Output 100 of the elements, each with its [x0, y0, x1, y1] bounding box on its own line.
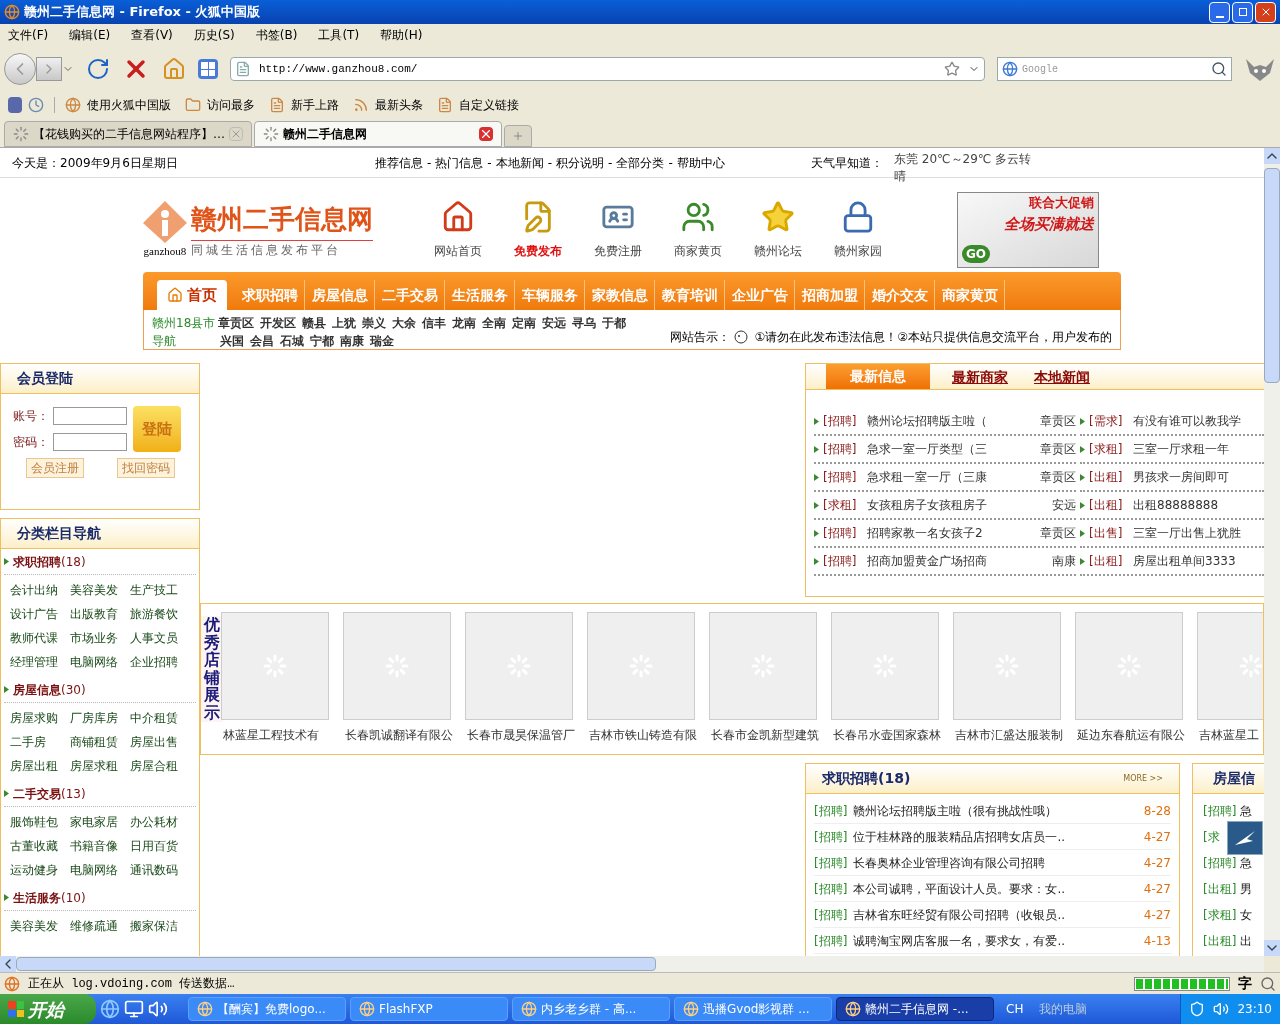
address-field[interactable]: http://www.ganzhou8.com/: [259, 60, 418, 78]
more-link[interactable]: MORE >>: [1123, 772, 1163, 785]
quick-link[interactable]: 网站首页: [434, 242, 482, 260]
region-link[interactable]: 全南: [482, 314, 506, 332]
bookmark-link[interactable]: 最新头条: [375, 96, 423, 114]
category-link[interactable]: 电脑网络: [70, 653, 130, 671]
new-tab-button[interactable]: [504, 125, 532, 147]
scroll-up-icon[interactable]: [1264, 148, 1280, 164]
speaker-icon[interactable]: [148, 999, 168, 1019]
category-title[interactable]: 生活服务(10): [13, 888, 86, 907]
news-tag[interactable]: [求租]: [1089, 440, 1129, 458]
job-tag[interactable]: [招聘]: [814, 931, 848, 950]
shop-name[interactable]: 吉林蓝星工: [1197, 726, 1259, 744]
maximize-button[interactable]: [1232, 1, 1253, 23]
ime-indicator[interactable]: 字: [1238, 973, 1252, 994]
category-link[interactable]: 古董收藏: [10, 837, 70, 855]
category-link[interactable]: 通讯数码: [130, 861, 190, 879]
shop-thumbnail[interactable]: [953, 612, 1061, 720]
house-tag[interactable]: [求: [1203, 828, 1220, 846]
category-link[interactable]: 房屋出租: [10, 757, 70, 775]
news-title[interactable]: 出租88888888: [1133, 496, 1219, 514]
region-link[interactable]: 瑞金: [370, 332, 394, 350]
desktop-icon[interactable]: [124, 999, 144, 1019]
category-link[interactable]: 旅游餐饮: [130, 605, 190, 623]
category-link[interactable]: 家电家居: [70, 813, 130, 831]
shop-thumbnail[interactable]: [587, 612, 695, 720]
news-tag[interactable]: [出售]: [1089, 524, 1129, 542]
category-link[interactable]: 美容美发: [70, 581, 130, 599]
category-link[interactable]: 运动健身: [10, 861, 70, 879]
house-title[interactable]: 女: [1240, 906, 1253, 924]
news-title[interactable]: 女孩租房子女孩租房子: [867, 496, 1048, 514]
shop-name[interactable]: 林蓝星工程技术有: [221, 726, 319, 744]
region-link[interactable]: 信丰: [422, 314, 446, 332]
shop-name[interactable]: 长春市晟昊保温管厂: [465, 726, 575, 744]
scroll-thumb[interactable]: [16, 957, 656, 971]
browser-tab[interactable]: 赣州二手信息网: [254, 121, 502, 147]
region-link[interactable]: 于都: [602, 314, 626, 332]
menu-item[interactable]: 书签(B): [255, 26, 298, 44]
bookmarks-icon[interactable]: [8, 97, 22, 113]
category-link[interactable]: 商铺租赁: [70, 733, 130, 751]
news-title[interactable]: 招商加盟黄金广场招商: [867, 552, 1048, 570]
reload-icon[interactable]: [86, 57, 110, 81]
region-link[interactable]: 章贡区: [218, 314, 254, 332]
job-tag[interactable]: [招聘]: [814, 853, 848, 872]
back-button[interactable]: [4, 53, 36, 85]
news-title[interactable]: 有没有谁可以教我学: [1133, 412, 1241, 430]
category-link[interactable]: 人事文员: [130, 629, 190, 647]
star-icon[interactable]: [761, 200, 795, 234]
promo-banner[interactable]: 联合大促销 全场买满就送 GO: [957, 192, 1099, 268]
category-link[interactable]: 搬家保洁: [130, 917, 190, 935]
news-tab[interactable]: 最新商家: [948, 365, 1012, 389]
browser-tab[interactable]: 【花钱购买的二手信息网站程序】…: [4, 121, 252, 147]
shop-thumbnail[interactable]: [1075, 612, 1183, 720]
bookmark-link[interactable]: 访问最多: [207, 96, 255, 114]
menu-item[interactable]: 查看(V): [131, 26, 173, 44]
news-title[interactable]: 三室一厅求租一年: [1133, 440, 1229, 458]
shop-thumbnail[interactable]: [465, 612, 573, 720]
news-tag[interactable]: [招聘]: [823, 412, 863, 430]
scroll-down-icon[interactable]: [1264, 940, 1280, 956]
quick-link[interactable]: 赣州家园: [834, 242, 882, 260]
zoom-icon[interactable]: [1260, 975, 1276, 992]
category-link[interactable]: 办公耗材: [130, 813, 190, 831]
close-button[interactable]: [1255, 1, 1276, 23]
news-tag[interactable]: [招聘]: [823, 440, 863, 458]
news-tag[interactable]: [出租]: [1089, 496, 1129, 514]
category-link[interactable]: 经理管理: [10, 653, 70, 671]
region-link[interactable]: 安远: [542, 314, 566, 332]
lock-icon[interactable]: [841, 200, 875, 234]
news-title[interactable]: 男孩求一房间即可: [1133, 468, 1229, 486]
region-link[interactable]: 会昌: [250, 332, 274, 350]
category-link[interactable]: 设计广告: [10, 605, 70, 623]
category-link[interactable]: 书籍音像: [70, 837, 130, 855]
news-title[interactable]: 招聘家教一名女孩子2: [867, 524, 1036, 542]
history-icon[interactable]: [28, 97, 44, 113]
forward-button[interactable]: [36, 57, 62, 81]
bookmark-star-icon[interactable]: [944, 61, 960, 77]
region-link[interactable]: 开发区: [260, 314, 296, 332]
search-box[interactable]: Google: [997, 57, 1232, 81]
region-link[interactable]: 南康: [340, 332, 364, 350]
job-title[interactable]: 吉林省东旺经贸有限公司招聘（收银员..: [853, 905, 1133, 924]
category-link[interactable]: 出版教育: [70, 605, 130, 623]
top-link[interactable]: 积分说明: [556, 154, 605, 172]
quick-link[interactable]: 免费发布: [514, 242, 562, 260]
house-tag[interactable]: [招聘]: [1203, 854, 1237, 872]
taskbar-button[interactable]: 赣州二手信息网 -...: [836, 997, 994, 1021]
speaker-icon[interactable]: [1213, 1001, 1230, 1017]
job-tag[interactable]: [招聘]: [814, 879, 848, 898]
close-icon[interactable]: [479, 127, 493, 141]
region-link[interactable]: 宁都: [310, 332, 334, 350]
house-title[interactable]: 出: [1240, 932, 1253, 950]
job-title[interactable]: 长春奥林企业管理咨询有限公司招聘: [853, 853, 1133, 872]
category-link[interactable]: 市场业务: [70, 629, 130, 647]
news-tag[interactable]: [需求]: [1089, 412, 1129, 430]
house-tag[interactable]: [出租]: [1203, 880, 1237, 898]
category-link[interactable]: 房屋求购: [10, 709, 70, 727]
news-title[interactable]: 急求一室一厅类型（三: [867, 440, 1036, 458]
shop-name[interactable]: 延边东春航运有限公: [1075, 726, 1185, 744]
category-title[interactable]: 求职招聘(18): [13, 552, 86, 571]
job-title[interactable]: 赣州论坛招聘版主啦（很有挑战性哦）: [853, 801, 1133, 820]
news-tag[interactable]: [招聘]: [823, 552, 863, 570]
